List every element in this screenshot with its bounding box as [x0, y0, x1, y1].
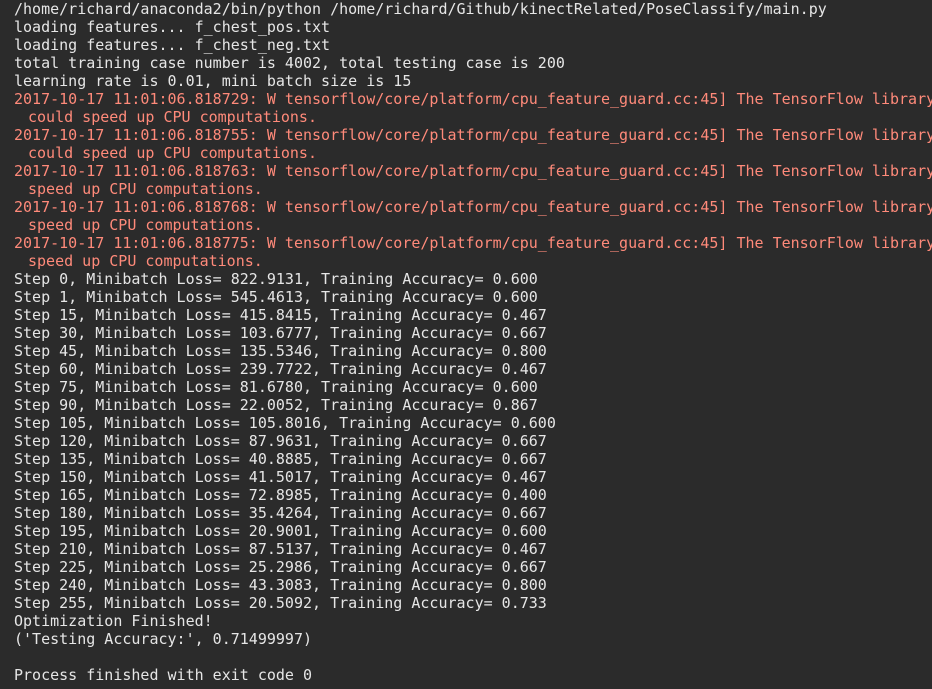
tensorflow-warning-continuation-line: could speed up CPU computations.	[28, 108, 317, 126]
console-output-line: Step 180, Minibatch Loss= 35.4264, Train…	[14, 504, 547, 522]
console-output-line: Optimization Finished!	[14, 612, 213, 630]
tensorflow-warning-line: 2017-10-17 11:01:06.818768: W tensorflow…	[14, 198, 932, 216]
console-output-line: Step 105, Minibatch Loss= 105.8016, Trai…	[14, 414, 556, 432]
run-console-output[interactable]: /home/richard/anaconda2/bin/python /home…	[0, 0, 932, 689]
console-output-line: Step 135, Minibatch Loss= 40.8885, Train…	[14, 450, 547, 468]
console-output-line: Step 120, Minibatch Loss= 87.9631, Train…	[14, 432, 547, 450]
console-output-line: Step 225, Minibatch Loss= 25.2986, Train…	[14, 558, 547, 576]
console-output-line: /home/richard/anaconda2/bin/python /home…	[14, 0, 827, 18]
console-output-line: learning rate is 0.01, mini batch size i…	[14, 72, 412, 90]
console-output-line: Step 165, Minibatch Loss= 72.8985, Train…	[14, 486, 547, 504]
tensorflow-warning-line: 2017-10-17 11:01:06.818729: W tensorflow…	[14, 90, 932, 108]
console-output-line: Step 195, Minibatch Loss= 20.9001, Train…	[14, 522, 547, 540]
console-output-line: Step 210, Minibatch Loss= 87.5137, Train…	[14, 540, 547, 558]
console-output-line: Process finished with exit code 0	[14, 666, 313, 684]
console-output-line: Step 0, Minibatch Loss= 822.9131, Traini…	[14, 270, 538, 288]
console-output-line: total training case number is 4002, tota…	[14, 54, 565, 72]
console-output-line: loading features... f_chest_neg.txt	[14, 36, 331, 54]
tensorflow-warning-line: 2017-10-17 11:01:06.818755: W tensorflow…	[14, 126, 932, 144]
console-output-line: ('Testing Accuracy:', 0.71499997)	[14, 630, 313, 648]
tensorflow-warning-line: 2017-10-17 11:01:06.818775: W tensorflow…	[14, 234, 932, 252]
tensorflow-warning-continuation-line: speed up CPU computations.	[28, 252, 263, 270]
tensorflow-warning-continuation-line: could speed up CPU computations.	[28, 144, 317, 162]
console-output-line: Step 75, Minibatch Loss= 81.6780, Traini…	[14, 378, 538, 396]
console-output-line: Step 15, Minibatch Loss= 415.8415, Train…	[14, 306, 547, 324]
console-output-line: Step 150, Minibatch Loss= 41.5017, Train…	[14, 468, 547, 486]
console-output-line: Step 30, Minibatch Loss= 103.6777, Train…	[14, 324, 547, 342]
console-output-line: Step 1, Minibatch Loss= 545.4613, Traini…	[14, 288, 538, 306]
tensorflow-warning-line: 2017-10-17 11:01:06.818763: W tensorflow…	[14, 162, 932, 180]
tensorflow-warning-continuation-line: speed up CPU computations.	[28, 180, 263, 198]
console-output-line: Step 60, Minibatch Loss= 239.7722, Train…	[14, 360, 547, 378]
console-output-line: loading features... f_chest_pos.txt	[14, 18, 331, 36]
console-output-line: Step 90, Minibatch Loss= 22.0052, Traini…	[14, 396, 538, 414]
console-output-line: Step 240, Minibatch Loss= 43.3083, Train…	[14, 576, 547, 594]
console-output-line: Step 45, Minibatch Loss= 135.5346, Train…	[14, 342, 547, 360]
console-output-line: Step 255, Minibatch Loss= 20.5092, Train…	[14, 594, 547, 612]
tensorflow-warning-continuation-line: speed up CPU computations.	[28, 216, 263, 234]
